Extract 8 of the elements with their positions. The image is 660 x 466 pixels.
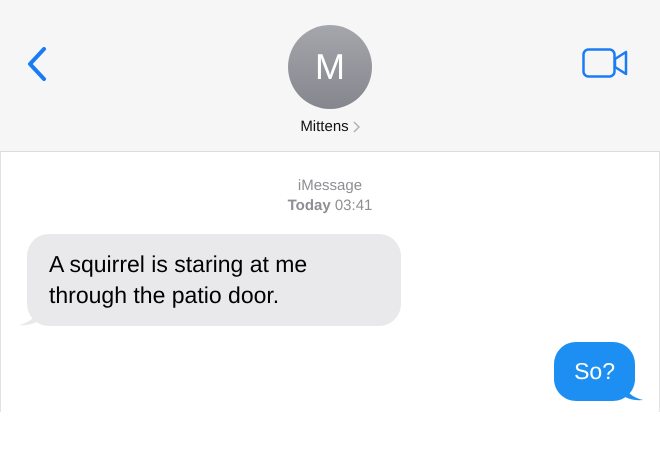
message-bubble: So? xyxy=(554,342,635,401)
video-camera-icon[interactable] xyxy=(582,48,628,78)
contact-name[interactable]: Mittens xyxy=(300,118,349,135)
back-icon[interactable] xyxy=(26,46,48,82)
timestamp: Today 03:41 xyxy=(288,196,372,216)
service-label: iMessage xyxy=(298,176,362,196)
chevron-icon xyxy=(352,120,360,132)
message-bubble: A squirrel is staring at me through the patio door. xyxy=(27,234,401,326)
